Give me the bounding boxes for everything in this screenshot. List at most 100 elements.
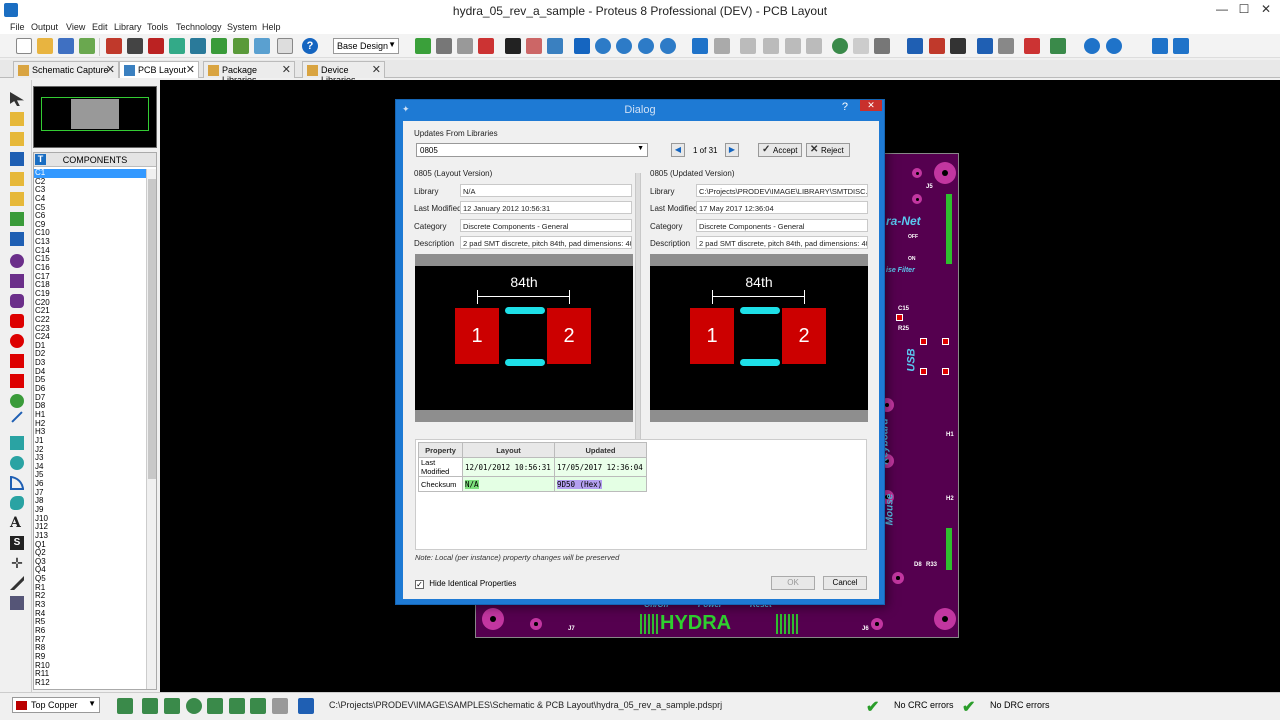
list-item[interactable]: C4 (34, 194, 146, 204)
route-icon[interactable] (164, 698, 180, 714)
list-item[interactable]: D2 (34, 350, 146, 359)
list-item[interactable]: C20 (34, 298, 146, 308)
search-icon[interactable] (832, 38, 848, 54)
dialog-close-button[interactable]: ✕ (860, 100, 882, 111)
toggle-grid-icon[interactable] (436, 38, 452, 54)
list-item[interactable]: C17 (34, 272, 146, 282)
false-origin-icon[interactable] (547, 38, 563, 54)
list-item[interactable]: J12 (34, 523, 146, 532)
updated-category-field[interactable]: Discrete Components - General (696, 219, 868, 232)
close-window-button[interactable]: ✕ (1256, 1, 1276, 17)
pcb-icon[interactable] (148, 38, 164, 54)
metric-toggle-icon[interactable] (505, 38, 521, 54)
list-item[interactable]: R3 (34, 600, 146, 610)
list-item[interactable]: R4 (34, 609, 146, 619)
list-item[interactable]: Q5 (34, 574, 146, 584)
list-item[interactable]: H2 (34, 419, 146, 429)
component-mode-icon[interactable] (10, 112, 24, 126)
list-item[interactable]: J7 (34, 488, 146, 498)
property-assign-icon[interactable] (853, 38, 869, 54)
via-mode-icon[interactable] (10, 172, 24, 186)
menu-edit[interactable]: Edit (92, 22, 108, 32)
copy-icon[interactable] (763, 38, 779, 54)
list-item[interactable]: R12 (34, 678, 146, 688)
tidy-icon[interactable] (250, 698, 266, 714)
graph-icon[interactable] (10, 596, 24, 610)
list-item[interactable]: C23 (34, 324, 146, 334)
list-item[interactable]: J8 (34, 497, 146, 506)
preview-splitter[interactable] (635, 173, 641, 445)
play-icon[interactable] (117, 698, 133, 714)
list-item[interactable]: C10 (34, 229, 146, 238)
package-mode-icon[interactable] (10, 132, 24, 146)
flip-horizontal-icon[interactable] (1152, 38, 1168, 54)
design-rules-icon[interactable] (950, 38, 966, 54)
accept-button[interactable]: ✓ Accept (758, 143, 802, 157)
cancel-button[interactable]: Cancel (823, 576, 867, 590)
list-item[interactable]: J3 (34, 453, 146, 463)
list-item[interactable]: H1 (34, 410, 146, 420)
cross-icon[interactable] (272, 698, 288, 714)
step-icon[interactable] (142, 698, 158, 714)
maximize-button[interactable]: ☐ (1234, 1, 1254, 17)
list-item[interactable]: J13 (34, 531, 146, 541)
bill-of-materials-icon[interactable] (233, 38, 249, 54)
ratsnest-mode-icon[interactable] (10, 212, 24, 226)
list-item[interactable]: D8 (34, 402, 146, 411)
box-icon[interactable] (10, 436, 24, 450)
smt-round-pad-icon[interactable] (10, 334, 24, 348)
close-icon[interactable]: ✕ (372, 63, 381, 76)
layout-modified-field[interactable]: 12 January 2012 10:56:31 (460, 201, 632, 214)
crc-status[interactable]: No CRC errors (894, 700, 954, 710)
list-item[interactable]: C5 (34, 203, 146, 213)
list-item[interactable]: R1 (34, 583, 146, 593)
via-icon[interactable] (186, 698, 202, 714)
list-item[interactable]: C19 (34, 289, 146, 299)
line-icon[interactable] (11, 411, 23, 423)
list-item[interactable]: Q1 (34, 540, 146, 550)
list-item[interactable]: R10 (34, 661, 146, 671)
flip-vertical-icon[interactable] (1173, 38, 1189, 54)
updated-modified-field[interactable]: 17 May 2017 12:36:04 (696, 201, 868, 214)
list-item[interactable]: D4 (34, 367, 146, 377)
list-item[interactable]: Q2 (34, 549, 146, 558)
list-item[interactable]: D6 (34, 384, 146, 394)
shape-power-icon[interactable] (929, 38, 945, 54)
list-item[interactable]: C3 (34, 186, 146, 195)
tab-device-libraries[interactable]: Device Libraries ✕ (302, 61, 385, 85)
auto-router-icon[interactable] (907, 38, 923, 54)
dialog-titlebar[interactable]: ✦ Dialog ? ✕ (396, 100, 884, 120)
list-item[interactable]: C14 (34, 246, 146, 256)
list-item[interactable]: J6 (34, 479, 146, 489)
tab-pcb-layout[interactable]: PCB Layout ✕ (119, 61, 199, 78)
circle-icon[interactable] (10, 456, 24, 470)
layout-description-field[interactable]: 2 pad SMT discrete, pitch 84th, pad dime… (460, 236, 632, 249)
smt-polygon-pad-icon[interactable] (10, 374, 24, 388)
zoom-in-icon[interactable] (595, 38, 611, 54)
menu-library[interactable]: Library (114, 22, 142, 32)
close-icon[interactable]: ✕ (106, 63, 115, 76)
list-item[interactable]: R5 (34, 618, 146, 627)
dil-pad-icon[interactable] (10, 294, 24, 308)
home-icon[interactable] (106, 38, 122, 54)
gerber-icon[interactable] (190, 38, 206, 54)
notes-icon[interactable] (277, 38, 293, 54)
zoom-out-icon[interactable] (616, 38, 632, 54)
list-item[interactable]: R11 (34, 670, 146, 679)
round-pad-icon[interactable] (10, 254, 24, 268)
menu-view[interactable]: View (66, 22, 85, 32)
rotate-ccw-icon[interactable] (1106, 38, 1122, 54)
padstack-icon[interactable] (10, 394, 24, 408)
origin-icon[interactable] (526, 38, 542, 54)
schematic-icon[interactable] (127, 38, 143, 54)
list-item[interactable]: C21 (34, 307, 146, 316)
tools-icon[interactable] (874, 38, 890, 54)
design-explorer-icon[interactable] (211, 38, 227, 54)
zoom-all-icon[interactable] (638, 38, 654, 54)
list-item[interactable]: R7 (34, 635, 146, 645)
list-item[interactable]: C18 (34, 281, 146, 290)
ok-button[interactable]: OK (771, 576, 815, 590)
dimension-icon[interactable] (10, 576, 24, 590)
path-icon[interactable] (10, 496, 24, 510)
track-style-icon[interactable] (998, 38, 1014, 54)
